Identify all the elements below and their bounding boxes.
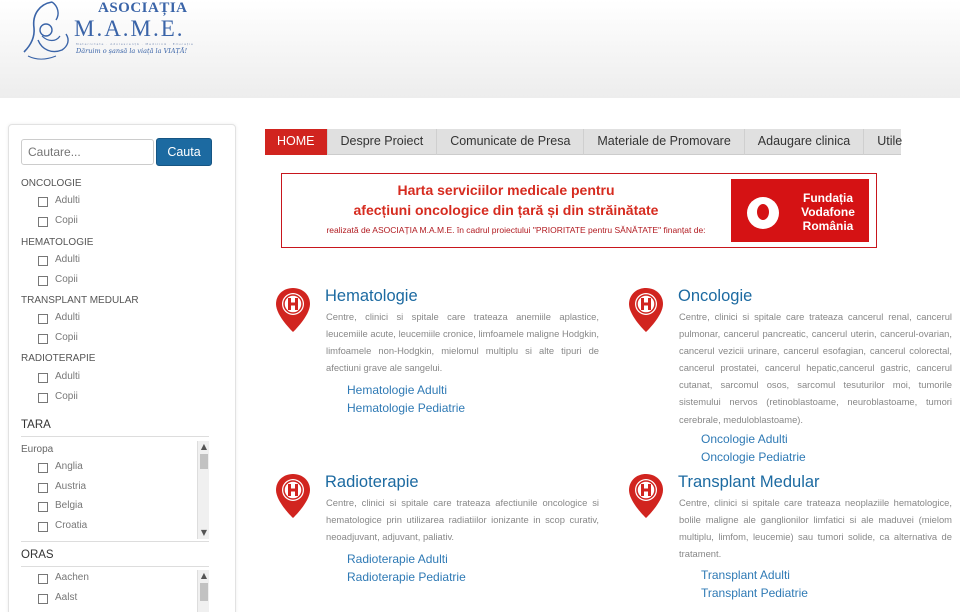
nav-despre-proiect[interactable]: Despre Proiect [328, 129, 438, 155]
checkbox[interactable] [38, 463, 48, 473]
checkbox[interactable] [38, 373, 48, 383]
city-list[interactable]: Aachen Aalst ▲ [21, 570, 209, 612]
category-transplant-medular: TRANSPLANT MEDULAR [21, 295, 139, 306]
link-transplant-pediatrie[interactable]: Transplant Pediatrie [701, 586, 808, 600]
nav-materiale-de-promovare[interactable]: Materiale de Promovare [584, 129, 745, 155]
filter-oncologie-copii[interactable]: Copii [38, 215, 78, 231]
site-logo[interactable]: ASOCIAȚIA M.A.M.E. Maternitate · Adolesc… [22, 0, 193, 62]
checkbox[interactable] [38, 574, 48, 584]
checkbox[interactable] [38, 393, 48, 403]
nav-comunicate-de-presa[interactable]: Comunicate de Presa [437, 129, 585, 155]
checkbox[interactable] [38, 334, 48, 344]
country-belgia[interactable]: Belgia [38, 500, 83, 516]
service-description: Centre, clinici si spitale care trateaza… [679, 311, 952, 425]
filter-transplant-adulti[interactable]: Adulti [38, 312, 80, 328]
hospital-pin-icon [629, 474, 663, 518]
link-hematologie-pediatrie[interactable]: Hematologie Pediatrie [347, 401, 465, 415]
oras-title: ORAS [21, 549, 54, 561]
checkbox[interactable] [38, 197, 48, 207]
city-scrollbar[interactable]: ▲ [197, 570, 209, 612]
link-hematologie-adulti[interactable]: Hematologie Adulti [347, 383, 447, 397]
link-oncologie-adulti[interactable]: Oncologie Adulti [701, 432, 788, 446]
vodafone-foundation-logo[interactable]: Fundația Vodafone România [731, 179, 869, 242]
service-hematologie: Hematologie Centre, clinici si spitale c… [275, 287, 600, 427]
country-list[interactable]: Europa Anglia Austria Belgia Croatia ▲ ▼ [21, 441, 209, 539]
search-button[interactable]: Cauta [156, 138, 212, 166]
filter-transplant-copii[interactable]: Copii [38, 332, 78, 348]
country-croatia[interactable]: Croatia [38, 520, 87, 536]
category-hematologie: HEMATOLOGIE [21, 237, 94, 248]
site-header: ASOCIAȚIA M.A.M.E. Maternitate · Adolesc… [0, 0, 960, 98]
filter-radioterapie-adulti[interactable]: Adulti [38, 371, 80, 387]
service-transplant-medular: Transplant Medular Centre, clinici si sp… [628, 473, 953, 608]
checkbox[interactable] [38, 256, 48, 266]
link-radioterapie-adulti[interactable]: Radioterapie Adulti [347, 552, 448, 566]
scroll-down-icon[interactable]: ▼ [198, 527, 209, 539]
nav-home[interactable]: HOME [265, 129, 328, 155]
country-austria[interactable]: Austria [38, 481, 86, 497]
country-anglia[interactable]: Anglia [38, 461, 83, 477]
scroll-up-icon[interactable]: ▲ [198, 441, 209, 453]
filter-oncologie-adulti[interactable]: Adulti [38, 195, 80, 211]
banner-title-line2: afecțiuni oncologice din țară și din str… [353, 202, 659, 218]
service-description: Centre, clinici si spitale care trateaza… [679, 497, 952, 560]
service-oncologie: Oncologie Centre, clinici si spitale car… [628, 287, 953, 467]
checkbox[interactable] [38, 314, 48, 324]
checkbox[interactable] [38, 483, 48, 493]
divider [21, 566, 209, 567]
banner-subtitle: realizată de ASOCIAȚIA M.A.M.E. în cadru… [326, 225, 706, 235]
scroll-thumb[interactable] [200, 583, 208, 601]
checkbox[interactable] [38, 594, 48, 604]
service-radioterapie: Radioterapie Centre, clinici si spitale … [275, 473, 600, 593]
hospital-pin-icon [276, 288, 310, 332]
nav-utile[interactable]: Utile [864, 129, 915, 155]
service-description: Centre, clinici si spitale care trateaza… [326, 497, 599, 543]
tara-title: TARA [21, 419, 51, 431]
project-banner: Harta serviciilor medicale pentru afecți… [281, 173, 877, 248]
logo-title: ASOCIAȚIA [98, 0, 188, 16]
service-title[interactable]: Transplant Medular [678, 473, 820, 492]
hospital-pin-icon [276, 474, 310, 518]
scroll-thumb[interactable] [200, 454, 208, 469]
checkbox[interactable] [38, 276, 48, 286]
service-title[interactable]: Radioterapie [325, 473, 419, 492]
nav-adaugare-clinica[interactable]: Adaugare clinica [745, 129, 865, 155]
vodafone-speechmark-icon [747, 197, 779, 229]
filter-radioterapie-copii[interactable]: Copii [38, 391, 78, 407]
service-title[interactable]: Oncologie [678, 287, 752, 306]
divider [21, 436, 209, 437]
city-aachen[interactable]: Aachen [38, 572, 89, 588]
service-description: Centre, clinici si spitale care trateaza… [326, 311, 599, 374]
logo-subtitle: Maternitate · Adolescență · Medicină · E… [76, 42, 194, 46]
checkbox[interactable] [38, 502, 48, 512]
category-radioterapie: RADIOTERAPIE [21, 353, 96, 364]
city-aalst[interactable]: Aalst [38, 592, 77, 608]
category-oncologie: ONCOLOGIE [21, 178, 82, 189]
banner-title-line1: Harta serviciilor medicale pentru [397, 182, 615, 198]
scroll-up-icon[interactable]: ▲ [198, 570, 209, 582]
sponsor-name: Fundația Vodafone România [801, 191, 855, 233]
main-nav: HOME Despre Proiect Comunicate de Presa … [265, 129, 902, 155]
service-title[interactable]: Hematologie [325, 287, 418, 306]
filter-sidebar: Cauta ONCOLOGIE Adulti Copii HEMATOLOGIE… [8, 124, 236, 612]
checkbox[interactable] [38, 522, 48, 532]
country-scrollbar[interactable]: ▲ ▼ [197, 441, 209, 539]
checkbox[interactable] [38, 217, 48, 227]
search-input[interactable] [21, 139, 154, 165]
link-radioterapie-pediatrie[interactable]: Radioterapie Pediatrie [347, 570, 466, 584]
region-label: Europa [21, 444, 54, 455]
link-transplant-adulti[interactable]: Transplant Adulti [701, 568, 790, 582]
divider [21, 541, 209, 542]
logo-name: M.A.M.E. [74, 16, 185, 41]
mother-child-logo-icon [23, 1, 69, 60]
filter-hematologie-adulti[interactable]: Adulti [38, 254, 80, 270]
hospital-pin-icon [629, 288, 663, 332]
filter-hematologie-copii[interactable]: Copii [38, 274, 78, 290]
link-oncologie-pediatrie[interactable]: Oncologie Pediatrie [701, 450, 806, 464]
logo-motto: Dăruim o șansă la viață la VIAȚĂ! [76, 47, 188, 55]
